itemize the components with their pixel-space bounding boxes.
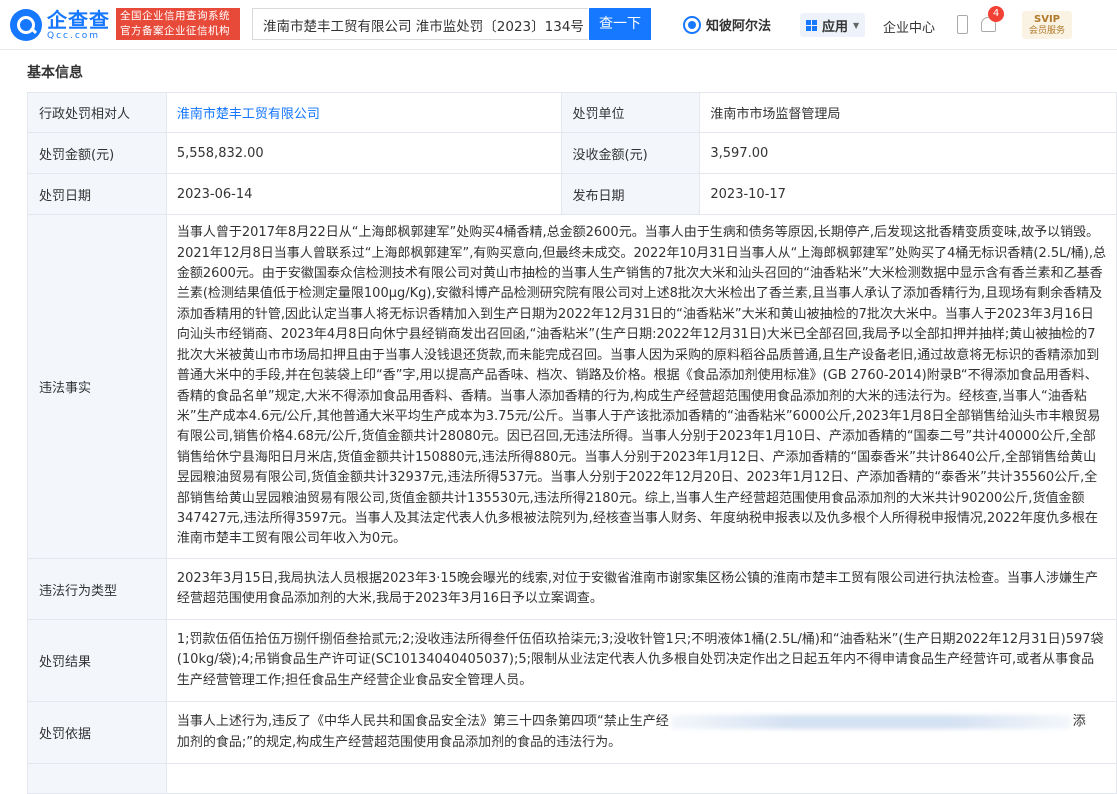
result-label: 处罚结果 bbox=[27, 619, 167, 702]
target-label: 行政处罚相对人 bbox=[27, 92, 167, 133]
search-input[interactable]: 淮南市楚丰工贸有限公司 淮市监处罚〔2023〕134号 bbox=[252, 8, 588, 40]
member-service-label: 会员服务 bbox=[1028, 26, 1065, 36]
basis-label: 处罚依据 bbox=[27, 701, 167, 764]
publish-value: 2023-10-17 bbox=[699, 173, 1117, 215]
svip-member-service[interactable]: SVIP 会员服务 bbox=[1022, 11, 1072, 39]
nav-apps-dropdown[interactable]: 应用 ▼ bbox=[800, 13, 866, 37]
date-label: 处罚日期 bbox=[27, 173, 167, 215]
official-badge[interactable]: 全国企业信用查询系统 官方备案企业征信机构 bbox=[116, 8, 240, 40]
chevron-down-icon: ▼ bbox=[853, 20, 860, 30]
nav-enterprise-center[interactable]: 企业中心 bbox=[883, 17, 935, 36]
table-row: 处罚依据 当事人上述行为,违反了《中华人民共和国食品安全法》第三十四条第四项“禁… bbox=[27, 701, 1117, 764]
unit-value: 淮南市市场监督管理局 bbox=[699, 92, 1117, 133]
qcc-logo[interactable]: 企查查 Qcc.com bbox=[10, 9, 110, 41]
table-row: 处罚金额(元) 5,558,832.00 没收金额(元) 3,597.00 bbox=[27, 132, 1117, 174]
basis-value-end: 添 bbox=[1072, 714, 1086, 730]
top-header: 企查查 Qcc.com 全国企业信用查询系统 官方备案企业征信机构 淮南市楚丰工… bbox=[0, 0, 1117, 50]
basis-value: 当事人上述行为,违反了《中华人民共和国食品安全法》第三十四条第四项“禁止生产经 添… bbox=[165, 701, 1117, 764]
nav-zhibi-alpha-label: 知彼阿尔法 bbox=[706, 19, 772, 34]
nav-apps-label: 应用 bbox=[822, 19, 849, 35]
official-badge-line1: 全国企业信用查询系统 bbox=[120, 10, 230, 22]
table-row: 处罚结果 1;罚款伍佰伍拾伍万捌仟捌佰叁拾贰元;2;没收违法所得叁仟伍佰玖拾柒元… bbox=[27, 619, 1117, 702]
obscured-text bbox=[670, 714, 1071, 729]
section-title-basic-info: 基本信息 bbox=[27, 65, 83, 81]
qcc-search-logo-icon bbox=[10, 9, 42, 41]
violation-type-label: 违法行为类型 bbox=[27, 558, 167, 620]
table-row: 行政处罚相对人 淮南市楚丰工贸有限公司 处罚单位 淮南市市场监督管理局 bbox=[27, 92, 1117, 133]
unit-label: 处罚单位 bbox=[560, 92, 701, 133]
amount-value: 5,558,832.00 bbox=[165, 132, 562, 174]
svip-label: SVIP bbox=[1034, 14, 1060, 25]
basis-value-start: 当事人上述行为,违反了《中华人民共和国食品安全法》第三十四条第四项“禁止生产经 bbox=[176, 714, 669, 730]
publish-label: 发布日期 bbox=[560, 173, 701, 215]
search-button[interactable]: 查一下 bbox=[589, 8, 651, 40]
date-value: 2023-06-14 bbox=[165, 173, 562, 215]
next-row-value bbox=[165, 763, 1117, 794]
zhibi-alpha-icon bbox=[683, 15, 701, 34]
confiscated-label: 没收金额(元) bbox=[560, 132, 701, 174]
notification-count-badge: 4 bbox=[988, 6, 1004, 22]
nav-zhibi-alpha[interactable]: 知彼阿尔法 bbox=[683, 15, 771, 34]
target-value-cell: 淮南市楚丰工贸有限公司 bbox=[165, 92, 562, 133]
target-company-link[interactable]: 淮南市楚丰工贸有限公司 bbox=[177, 107, 320, 122]
logo-name-cn: 企查查 bbox=[47, 8, 110, 32]
violation-type-value: 2023年3月15日,我局执法人员根据2023年3·15晚会曝光的线索,对位于安… bbox=[165, 558, 1117, 620]
table-row: 违法行为类型 2023年3月15日,我局执法人员根据2023年3·15晚会曝光的… bbox=[27, 558, 1117, 620]
basis-value-line2: 加剂的食品;”的规定,构成生产经营超范围使用食品添加剂的食品的违法行为。 bbox=[176, 734, 622, 750]
result-value: 1;罚款伍佰伍拾伍万捌仟捌佰叁拾贰元;2;没收违法所得叁仟伍佰玖拾柒元;3;没收… bbox=[165, 619, 1117, 702]
penalty-info-table: 行政处罚相对人 淮南市楚丰工贸有限公司 处罚单位 淮南市市场监督管理局 处罚金额… bbox=[27, 92, 1117, 794]
table-row: 违法事实 当事人曾于2017年8月22日从“上海郎枫郭建军”处购买4桶香精,总金… bbox=[27, 214, 1117, 559]
amount-label: 处罚金额(元) bbox=[27, 132, 167, 174]
mobile-phone-icon[interactable] bbox=[957, 15, 968, 34]
facts-value: 当事人曾于2017年8月22日从“上海郎枫郭建军”处购买4桶香精,总金额2600… bbox=[165, 214, 1117, 559]
table-row bbox=[27, 763, 1117, 794]
official-badge-line2: 官方备案企业征信机构 bbox=[120, 25, 230, 37]
facts-label: 违法事实 bbox=[27, 214, 167, 559]
logo-text: 企查查 Qcc.com bbox=[47, 9, 110, 41]
next-row-label bbox=[27, 763, 167, 794]
confiscated-value: 3,597.00 bbox=[699, 132, 1117, 174]
logo-name-en: Qcc.com bbox=[47, 31, 101, 41]
table-row: 处罚日期 2023-06-14 发布日期 2023-10-17 bbox=[27, 173, 1117, 215]
grid-icon bbox=[806, 19, 817, 31]
